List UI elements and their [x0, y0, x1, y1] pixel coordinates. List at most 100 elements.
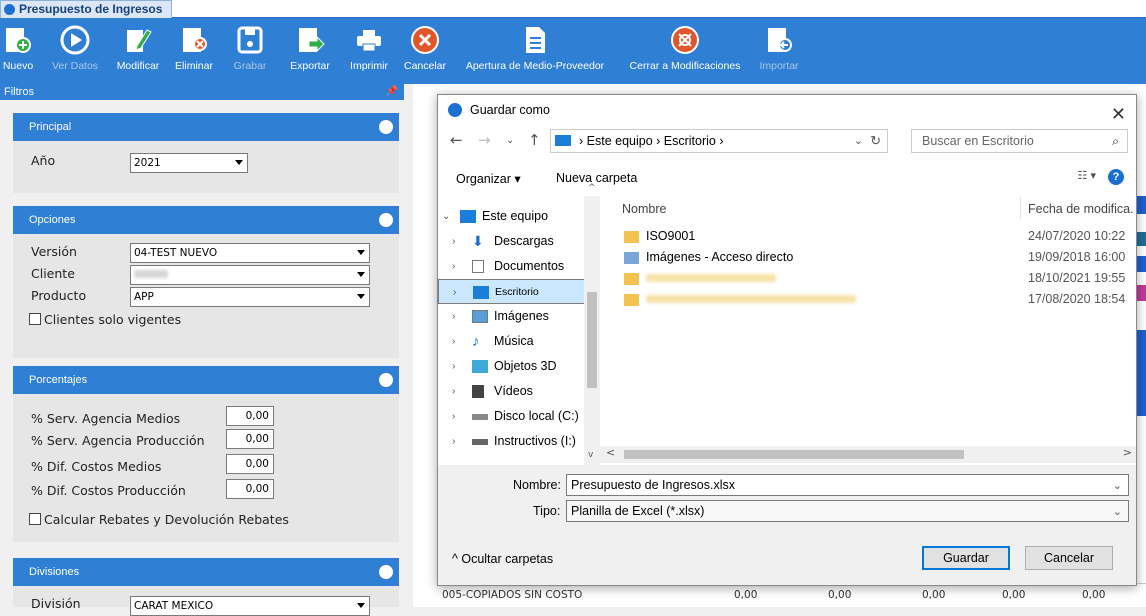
forward-icon[interactable]: →: [478, 131, 491, 149]
pct-input[interactable]: 0,00: [226, 429, 274, 449]
grid-row-marker: [1137, 285, 1146, 301]
collapse-icon[interactable]: [379, 565, 393, 579]
chevron-right-icon[interactable]: ›: [452, 229, 455, 254]
scroll-up-icon[interactable]: ^: [588, 183, 596, 193]
chevron-down-icon[interactable]: ⌄: [442, 204, 450, 229]
breadcrumb[interactable]: › Este equipo › Escritorio ›: [579, 130, 724, 152]
chevron-down-icon[interactable]: ⌄: [854, 130, 863, 152]
apertura-medio-proveedor-button[interactable]: Apertura de Medio-Proveedor: [455, 22, 615, 82]
chevron-right-icon[interactable]: ›: [452, 354, 455, 379]
modificar-label: Modificar: [116, 60, 160, 72]
column-header-name[interactable]: Nombre: [622, 202, 666, 216]
close-icon[interactable]: ✕: [1111, 99, 1126, 129]
collapse-icon[interactable]: [379, 373, 393, 387]
column-header-date[interactable]: Fecha de modifica.: [1028, 202, 1134, 216]
pct-input[interactable]: 0,00: [226, 406, 274, 426]
list-item[interactable]: 17/08/2020 18:54: [608, 290, 1136, 310]
list-item[interactable]: Imágenes - Acceso directo 19/09/2018 16:…: [608, 248, 1136, 268]
tree-item-documentos[interactable]: › Documentos: [438, 254, 588, 279]
divisiones-header[interactable]: Divisiones: [13, 558, 399, 586]
rebates-checkbox[interactable]: Calcular Rebates y Devolución Rebates: [29, 512, 289, 527]
year-select[interactable]: 2021: [130, 153, 248, 173]
recent-dropdown-icon[interactable]: ⌄: [506, 135, 514, 146]
pct-input[interactable]: 0,00: [226, 454, 274, 474]
eliminar-button[interactable]: Eliminar: [170, 22, 218, 82]
checkbox-box: [29, 313, 41, 325]
tree-scrollbar[interactable]: [584, 196, 600, 466]
opciones-header[interactable]: Opciones: [13, 206, 399, 234]
checkbox-box: [29, 513, 41, 525]
chevron-right-icon[interactable]: ›: [452, 404, 455, 429]
importar-button[interactable]: Importar: [754, 22, 804, 82]
list-item[interactable]: 18/10/2021 19:55: [608, 269, 1136, 289]
cancel-button[interactable]: Cancelar: [1025, 546, 1113, 570]
chevron-right-icon[interactable]: ›: [452, 254, 455, 279]
save-button[interactable]: Guardar: [922, 546, 1010, 570]
new-folder-button[interactable]: Nueva carpeta: [556, 171, 637, 185]
tree-item-objetos-3d[interactable]: › Objetos 3D: [438, 354, 588, 379]
chevron-right-icon[interactable]: ›: [452, 304, 455, 329]
up-icon[interactable]: ↑: [528, 131, 541, 149]
scrollbar-thumb[interactable]: [587, 292, 597, 388]
scrollbar-thumb[interactable]: [624, 450, 964, 459]
tree-item-label: Objetos 3D: [494, 359, 557, 373]
search-input[interactable]: Buscar en Escritorio ⌕: [911, 129, 1128, 153]
scroll-left-icon[interactable]: <: [606, 446, 615, 459]
collapse-icon[interactable]: [379, 213, 393, 227]
file-type-select[interactable]: Planilla de Excel (*.xlsx) ⌄: [566, 500, 1129, 522]
chevron-down-icon[interactable]: ⌄: [1113, 502, 1122, 522]
grabar-button[interactable]: Grabar: [226, 22, 274, 82]
table-row[interactable]: 005-COPIADOS SIN COSTO 0,00 0,00 0,00 0,…: [438, 583, 1146, 607]
clientes-vigentes-checkbox[interactable]: Clientes solo vigentes: [29, 312, 181, 327]
tree-item-disco-local[interactable]: › Disco local (C:): [438, 404, 588, 429]
division-select[interactable]: CARAT MEXICO: [130, 596, 370, 616]
tree-item-escritorio[interactable]: › Escritorio: [438, 279, 588, 304]
help-icon[interactable]: ?: [1108, 169, 1124, 185]
scroll-right-icon[interactable]: >: [1123, 446, 1132, 459]
tree-item-instructivos[interactable]: › Instructivos (I:): [438, 429, 588, 454]
nuevo-button[interactable]: Nuevo: [0, 22, 36, 82]
pct-input[interactable]: 0,00: [226, 479, 274, 499]
clientes-vigentes-label: Clientes solo vigentes: [44, 312, 182, 327]
ver-datos-button[interactable]: Ver Datos: [48, 22, 102, 82]
hide-folders-toggle[interactable]: ^ Ocultar carpetas: [452, 552, 553, 566]
chevron-down-icon[interactable]: ⌄: [1113, 476, 1122, 496]
cerrar-modificaciones-button[interactable]: Cerrar a Modificaciones: [620, 22, 750, 82]
tab-presupuesto-ingresos[interactable]: Presupuesto de Ingresos: [0, 0, 172, 18]
tree-item-este-equipo[interactable]: ⌄ Este equipo: [438, 204, 588, 229]
tree-item-musica[interactable]: › ♪ Música: [438, 329, 588, 354]
refresh-icon[interactable]: ↻: [870, 130, 881, 152]
column-separator[interactable]: [1020, 196, 1021, 220]
chevron-right-icon[interactable]: ›: [452, 379, 455, 404]
cliente-select[interactable]: [130, 265, 370, 285]
producto-select[interactable]: APP: [130, 287, 370, 307]
principal-header[interactable]: Principal: [13, 113, 399, 141]
rebates-label: Calcular Rebates y Devolución Rebates: [44, 512, 289, 527]
cerrar-label: Cerrar a Modificaciones: [629, 60, 741, 72]
horizontal-scrollbar[interactable]: < >: [600, 446, 1136, 463]
tree-item-descargas[interactable]: › ⬇ Descargas: [438, 229, 588, 254]
porcentajes-header[interactable]: Porcentajes: [13, 366, 399, 394]
collapse-icon[interactable]: [379, 120, 393, 134]
modificar-button[interactable]: Modificar: [110, 22, 166, 82]
exportar-button[interactable]: Exportar: [282, 22, 338, 82]
view-options-icon[interactable]: ☷ ▾: [1078, 169, 1096, 182]
save-as-dialog: Guardar como ✕ ← → ⌄ ↑ › Este equipo › E…: [437, 94, 1137, 586]
year-value: 2021: [134, 157, 161, 169]
chevron-right-icon[interactable]: ›: [452, 429, 455, 454]
filename-field[interactable]: Presupuesto de Ingresos.xlsx ⌄: [566, 474, 1129, 496]
tree-item-videos[interactable]: › Vídeos: [438, 379, 588, 404]
imprimir-button[interactable]: Imprimir: [342, 22, 396, 82]
scroll-down-icon[interactable]: v: [588, 450, 593, 460]
tree-item-imagenes[interactable]: › Imágenes: [438, 304, 588, 329]
organize-button[interactable]: Organizar ▾: [456, 171, 521, 186]
version-select[interactable]: 04-TEST NUEVO: [130, 243, 370, 263]
address-bar[interactable]: › Este equipo › Escritorio › ⌄ ↻: [550, 129, 888, 153]
pin-icon[interactable]: 📌: [386, 84, 398, 100]
tree-item-label: Imágenes: [494, 309, 549, 323]
list-item[interactable]: ISO9001 24/07/2020 10:22: [608, 227, 1136, 247]
chevron-right-icon[interactable]: ›: [453, 280, 456, 305]
cancelar-button[interactable]: Cancelar: [398, 22, 452, 82]
back-icon[interactable]: ←: [450, 131, 463, 149]
chevron-right-icon[interactable]: ›: [452, 329, 455, 354]
